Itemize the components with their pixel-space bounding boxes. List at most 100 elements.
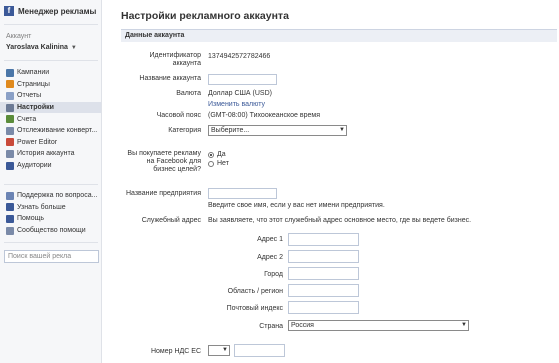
dropdown-arrow-icon: ▼ <box>222 347 228 353</box>
radio-no-label: Нет <box>217 160 229 167</box>
postal-code-label: Почтовый индекс <box>226 305 283 312</box>
business-purpose-radios: Да Нет <box>208 150 229 168</box>
company-name-input[interactable] <box>208 188 277 199</box>
region-input[interactable] <box>288 284 359 297</box>
account-heading: Аккаунт <box>6 33 32 40</box>
timezone-label: Часовой пояс <box>156 112 201 119</box>
account-history-icon <box>6 149 14 158</box>
sidebar-item-community[interactable]: Сообщество помощи <box>6 225 97 237</box>
category-select[interactable]: Выберите... ▼ <box>208 125 347 136</box>
pages-icon <box>6 80 14 89</box>
sidebar-item-label: Отчеты <box>17 92 42 100</box>
main-content: Настройки рекламного аккаунта Данные акк… <box>103 0 559 363</box>
country-select[interactable]: Россия ▼ <box>288 320 469 331</box>
community-icon <box>6 226 14 235</box>
category-label: Категория <box>168 127 201 134</box>
sidebar-item-label: Счета <box>17 115 37 123</box>
divider <box>4 60 98 61</box>
sidebar-item-label: История аккаунта <box>17 150 75 158</box>
sidebar-item-conversion-tracking[interactable]: Отслеживание конверт... <box>6 125 101 137</box>
reports-icon <box>6 91 14 100</box>
billing-icon <box>6 115 14 124</box>
main-nav: Кампании Страницы Отчеты Настройки Счета Отсл… <box>0 67 101 172</box>
brand[interactable]: f Менеджер рекламы <box>4 6 96 16</box>
ads-manager-title: Менеджер рекламы <box>18 6 97 16</box>
sidebar-item-billing[interactable]: Счета <box>6 113 101 125</box>
learn-more-icon <box>6 203 14 212</box>
sidebar-item-label: Помощь <box>17 215 45 223</box>
sidebar-item-learn-more[interactable]: Узнать больше <box>6 202 97 214</box>
audiences-icon <box>6 161 14 170</box>
category-selected: Выберите... <box>211 127 250 134</box>
sidebar-item-settings[interactable]: Настройки <box>0 101 101 114</box>
sidebar-item-pages[interactable]: Страницы <box>6 79 101 91</box>
address2-label: Адрес 2 <box>257 254 283 261</box>
facebook-logo-icon: f <box>4 6 14 16</box>
sidebar-item-label: Отслеживание конверт... <box>17 127 98 135</box>
section-header: Данные аккаунта <box>121 29 557 42</box>
address-label: Служебный адрес <box>141 217 201 224</box>
sidebar-item-help[interactable]: Помощь <box>6 213 97 225</box>
sidebar-item-label: Power Editor <box>17 138 58 146</box>
city-input[interactable] <box>288 267 359 280</box>
conversion-tracking-icon <box>6 126 14 135</box>
account-id-value: 1374942572782466 <box>208 53 271 60</box>
sidebar-item-label: Узнать больше <box>17 203 66 211</box>
region-label: Область / регион <box>227 288 283 295</box>
radio-yes[interactable]: Да <box>208 150 229 159</box>
account-id-label: Идентификатор аккаунта <box>149 52 201 67</box>
sidebar: f Менеджер рекламы Аккаунт Yaroslava Kal… <box>0 0 102 363</box>
power-editor-icon <box>6 138 14 147</box>
city-label: Город <box>264 271 283 278</box>
sidebar-item-label: Кампании <box>17 69 50 77</box>
sidebar-item-label: Настройки <box>17 104 54 112</box>
account-name: Yaroslava Kalinina <box>6 44 68 51</box>
vat-number-input[interactable] <box>234 344 285 357</box>
company-name-help: Введите свое имя, если у вас нет имени п… <box>208 202 385 209</box>
sidebar-item-audiences[interactable]: Аудитории <box>6 160 101 172</box>
dropdown-arrow-icon: ▼ <box>339 127 345 133</box>
help-icon <box>6 214 14 223</box>
sidebar-item-label: Сообщество помощи <box>17 227 86 235</box>
sidebar-item-support[interactable]: Поддержка по вопроса... <box>6 190 97 202</box>
radio-checked-icon <box>208 151 214 158</box>
country-selected: Россия <box>291 322 314 329</box>
postal-code-input[interactable] <box>288 301 359 314</box>
address2-input[interactable] <box>288 250 359 263</box>
vat-country-select[interactable]: ▼ <box>208 345 230 356</box>
address1-label: Адрес 1 <box>257 236 283 243</box>
radio-yes-label: Да <box>217 151 226 158</box>
company-name-label: Название предприятия <box>125 190 201 197</box>
search-input[interactable]: Поиск вашей рекла <box>4 250 99 263</box>
account-name-label: Название аккаунта <box>139 75 201 82</box>
sidebar-item-label: Страницы <box>17 80 50 88</box>
country-label: Страна <box>259 323 283 330</box>
address1-input[interactable] <box>288 233 359 246</box>
sidebar-item-reports[interactable]: Отчеты <box>6 90 101 102</box>
currency-value: Доллар США (USD) <box>208 90 272 97</box>
sidebar-item-label: Поддержка по вопроса... <box>17 192 98 200</box>
settings-icon <box>6 103 14 112</box>
account-switcher[interactable]: Yaroslava Kalinina ▼ <box>6 44 77 51</box>
dropdown-arrow-icon: ▼ <box>461 322 467 328</box>
business-purpose-label: Вы покупаете рекламу на Facebook для биз… <box>127 150 201 173</box>
page-title: Настройки рекламного аккаунта <box>121 10 289 22</box>
currency-label: Валюта <box>176 90 201 97</box>
divider <box>4 24 98 25</box>
sidebar-item-label: Аудитории <box>17 162 52 170</box>
sidebar-item-campaigns[interactable]: Кампании <box>6 67 101 79</box>
account-name-input[interactable] <box>208 74 277 85</box>
chevron-down-icon: ▼ <box>70 44 77 51</box>
sidebar-item-power-editor[interactable]: Power Editor <box>6 137 101 149</box>
divider <box>4 242 98 243</box>
change-currency-link[interactable]: Изменить валюту <box>208 101 265 108</box>
campaigns-icon <box>6 68 14 77</box>
timezone-value: (GMT-08:00) Тихоокеанское время <box>208 112 320 119</box>
radio-no[interactable]: Нет <box>208 159 229 168</box>
divider <box>4 184 98 185</box>
support-icon <box>6 191 14 200</box>
radio-unchecked-icon <box>208 160 214 167</box>
vat-label: Номер НДС ЕС <box>150 348 201 355</box>
sidebar-item-account-history[interactable]: История аккаунта <box>6 148 101 160</box>
help-nav: Поддержка по вопроса... Узнать больше Помо… <box>6 190 97 236</box>
